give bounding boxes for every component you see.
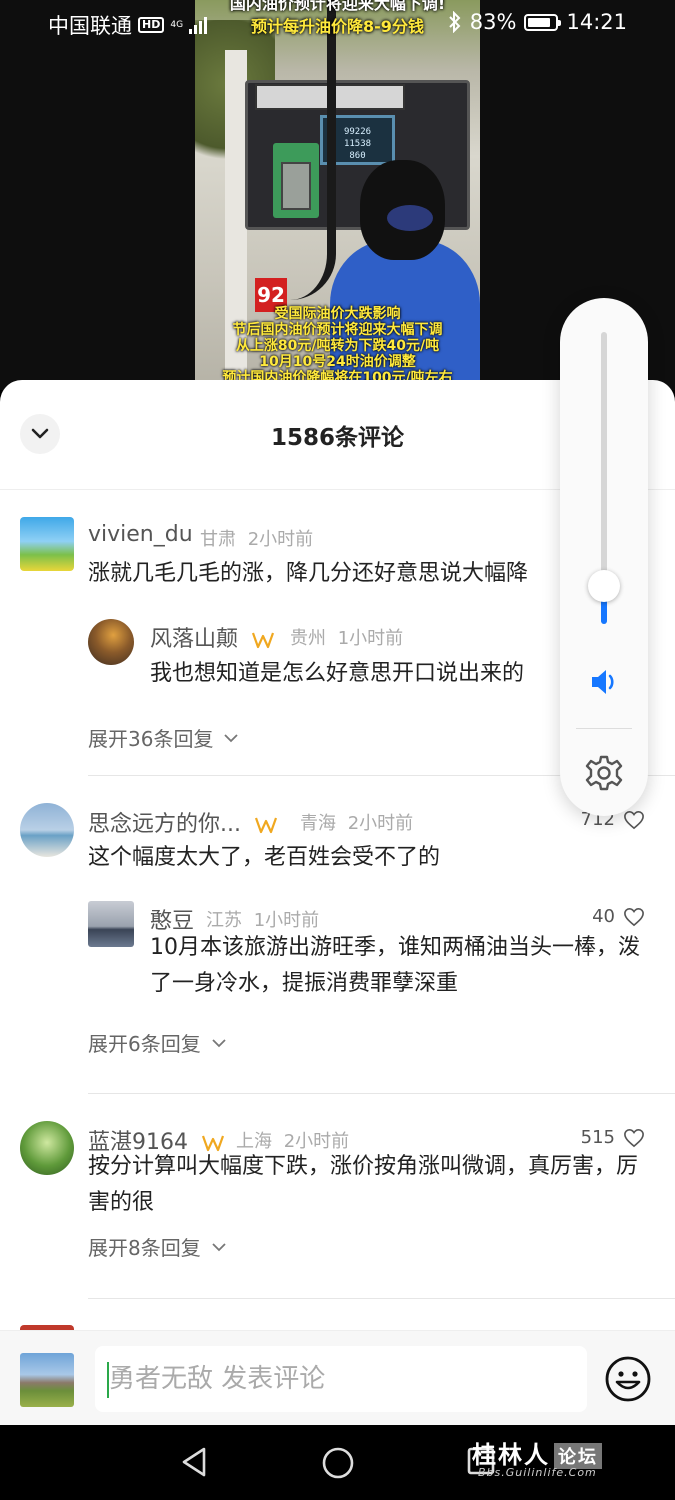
comment-time: 2小时前	[247, 529, 314, 550]
reply-text: 我也想知道是怎么好意思开口说出来的	[150, 661, 525, 686]
comment-location: 青海	[300, 813, 336, 834]
gear-icon[interactable]	[584, 753, 624, 793]
expand-replies-button[interactable]: 展开36条回复	[88, 723, 239, 752]
vip-badge-icon	[254, 817, 278, 834]
comment-text: 涨就几毛几毛的涨，降几分还好意思说大幅降	[88, 561, 529, 586]
divider	[88, 1298, 675, 1299]
comment-meta: 青海 2小时前	[300, 809, 413, 835]
comment-location: 甘肃	[200, 529, 236, 550]
battery-percent: 83%	[469, 10, 517, 34]
chevron-down-icon	[212, 1242, 226, 1251]
heart-icon	[624, 907, 644, 926]
heart-icon	[624, 1128, 644, 1147]
bluetooth-icon	[449, 11, 461, 33]
hd-icon: HD	[138, 17, 165, 33]
reply-meta: 江苏 1小时前	[206, 906, 319, 932]
reply-username[interactable]: 风落山颠	[150, 621, 275, 653]
watermark-url: Bbs.Guilinlife.Com	[478, 1466, 597, 1479]
avatar[interactable]	[88, 901, 134, 947]
comment-input-box[interactable]	[95, 1346, 587, 1412]
comment-text: 按分计算叫大幅度下跌，涨价按角涨叫微调，真厉害，厉害的很	[88, 1154, 639, 1215]
divider	[576, 728, 632, 729]
clock: 14:21	[566, 10, 627, 34]
expand-replies-label: 展开6条回复	[88, 1032, 201, 1056]
back-icon[interactable]	[178, 1445, 210, 1479]
expand-replies-label: 展开36条回复	[88, 727, 214, 751]
avatar[interactable]	[20, 1121, 74, 1175]
comment-meta: 甘肃 2小时前	[200, 525, 313, 551]
network-type: 4G	[170, 19, 184, 30]
reply-location: 江苏	[206, 910, 242, 931]
signal-icon	[189, 16, 208, 34]
comment-username-text: 思念远方的你...	[88, 812, 241, 837]
comment-input[interactable]	[109, 1358, 569, 1400]
video-frame[interactable]: 99226 11538 860 92 国内油价预计将迎来大幅下调! 预计每升油价…	[195, 0, 480, 390]
chevron-down-icon	[212, 1038, 226, 1047]
reply-time: 1小时前	[337, 628, 404, 649]
comment-item: 思念远方的你... 青海 2小时前 712 这个幅度太大了，老百姓会受不了的 憨…	[0, 776, 675, 1094]
status-bar: 中国联通 HD 4G 83% 14:21	[0, 0, 675, 46]
home-icon[interactable]	[320, 1445, 356, 1481]
reply-username-text: 风落山颠	[150, 627, 239, 652]
watermark-brand: 桂林人	[472, 1441, 550, 1469]
avatar[interactable]	[20, 517, 74, 571]
video-caption-line: 10月10号24时油价调整	[259, 354, 416, 370]
battery-icon	[524, 13, 562, 31]
speaker-icon[interactable]	[588, 666, 620, 698]
video-caption-line: 节后国内油价预计将迎来大幅下调	[232, 322, 443, 338]
comment-item: 蓝湛9164 上海 2小时前 515 按分计算叫大幅度下跌，涨价按角涨叫微调，真…	[0, 1094, 675, 1299]
comment-username[interactable]: 思念远方的你...	[88, 806, 278, 838]
like-button[interactable]: 40	[592, 906, 645, 927]
like-count: 515	[580, 1127, 615, 1148]
pump-display-line-1: 99226	[343, 127, 372, 137]
volume-popup	[560, 298, 648, 816]
video-caption-body: 受国际油价大跌影响 节后国内油价预计将迎来大幅下调 从上涨80元/吨转为下跌40…	[195, 306, 480, 386]
video-caption-line: 从上涨80元/吨转为下跌40元/吨	[235, 338, 440, 354]
reply-location: 贵州	[290, 628, 326, 649]
avatar[interactable]	[88, 619, 134, 665]
reply-time: 1小时前	[253, 910, 320, 931]
reply-meta: 贵州 1小时前	[290, 624, 403, 650]
vip-badge-icon	[251, 632, 275, 649]
volume-slider-thumb[interactable]	[588, 570, 620, 602]
chevron-down-icon	[224, 733, 239, 742]
video-caption-line: 受国际油价大跌影响	[274, 306, 401, 322]
comment-time: 2小时前	[347, 813, 414, 834]
expand-replies-button[interactable]: 展开6条回复	[88, 1028, 227, 1057]
emoji-icon[interactable]	[604, 1355, 652, 1403]
my-avatar[interactable]	[20, 1353, 74, 1407]
like-count: 40	[592, 906, 615, 927]
expand-replies-button[interactable]: 展开8条回复	[88, 1232, 227, 1261]
navigation-bar: 桂林人 论坛 Bbs.Guilinlife.Com	[0, 1425, 675, 1500]
watermark: 桂林人 论坛	[472, 1435, 602, 1470]
comment-text: 这个幅度太大了，老百姓会受不了的	[88, 845, 441, 870]
pump-display-line-2: 11538	[343, 139, 372, 149]
reply-text: 10月本该旅游出游旺季，谁知两桶油当头一棒，泼了一身冷水，提振消费罪孽深重	[150, 935, 640, 996]
heart-icon	[624, 810, 644, 829]
comment-username[interactable]: vivien_du	[88, 522, 193, 547]
avatar[interactable]	[20, 803, 74, 857]
expand-replies-label: 展开8条回复	[88, 1236, 201, 1260]
carrier-label: 中国联通	[48, 14, 132, 38]
comment-input-bar	[0, 1330, 675, 1425]
like-button[interactable]: 515	[581, 1127, 645, 1148]
